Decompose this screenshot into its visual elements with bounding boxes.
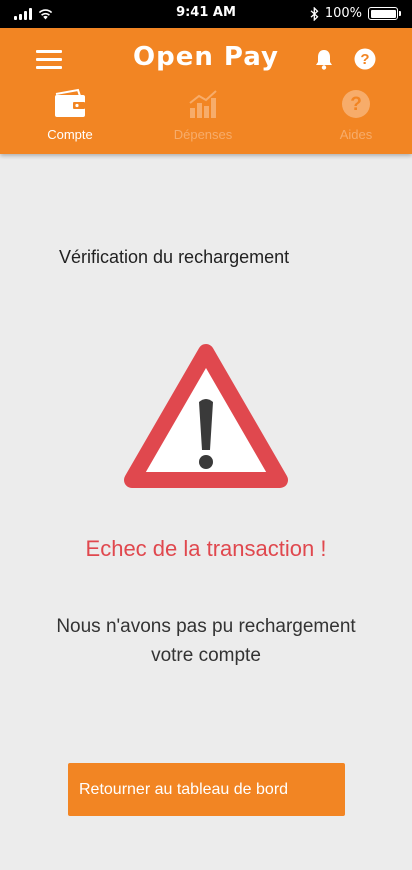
- battery-percent: 100%: [324, 6, 362, 21]
- status-bar: 9:41 AM 100%: [0, 0, 412, 28]
- error-message: Nous n'avons pas pu rechargement votre c…: [56, 616, 356, 666]
- help-icon: ?: [342, 90, 370, 118]
- bell-icon[interactable]: [314, 48, 334, 70]
- bar-chart-icon: [189, 90, 217, 118]
- back-to-dashboard-button[interactable]: Retourner au tableau de bord: [68, 763, 345, 816]
- tab-compte[interactable]: Compte: [10, 88, 130, 142]
- tab-depenses[interactable]: Dépenses: [143, 88, 263, 142]
- svg-text:?: ?: [360, 51, 369, 68]
- brand-logo: Open Pay: [133, 42, 279, 72]
- battery-icon: [368, 7, 401, 20]
- page-subtitle: Vérification du rechargement: [59, 247, 290, 267]
- help-icon[interactable]: ?: [354, 48, 376, 70]
- bluetooth-icon: [310, 6, 319, 21]
- app-header: Open Pay ? Compte Dépenses ? Aides: [0, 28, 412, 154]
- tab-label: Dépenses: [173, 127, 233, 142]
- tab-bar: Compte Dépenses ? Aides: [0, 88, 412, 148]
- tab-label: Aides: [339, 127, 373, 142]
- wallet-icon: [55, 88, 85, 117]
- svg-text:?: ?: [350, 94, 362, 115]
- error-title: Echec de la transaction !: [85, 536, 327, 561]
- tab-label: Compte: [47, 127, 93, 142]
- tab-aides[interactable]: ? Aides: [296, 88, 412, 142]
- warning-triangle-icon: [124, 344, 288, 488]
